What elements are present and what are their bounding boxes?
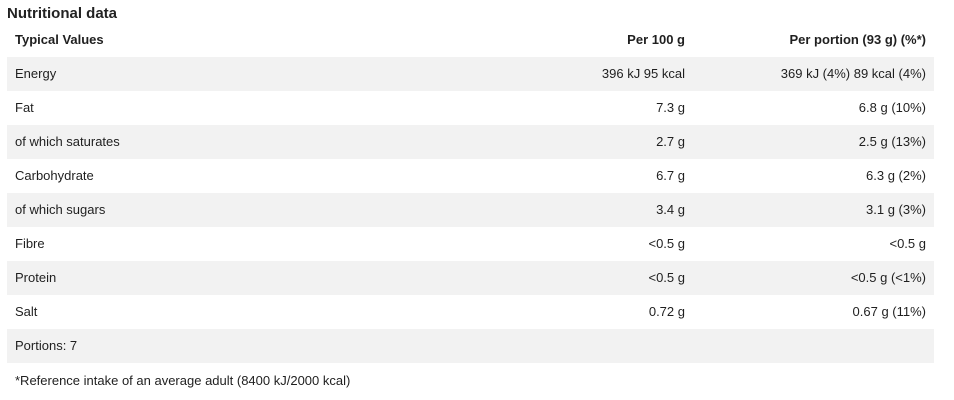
column-header-per-portion: Per portion (93 g) (%*) [789, 32, 926, 47]
table-header-row: Typical Values Per 100 g Per portion (93… [7, 23, 934, 57]
row-label: of which sugars [15, 202, 106, 217]
table-row-portions: Portions: 7 [7, 329, 934, 363]
row-per-portion: 3.1 g (3%) [866, 202, 926, 217]
table-row-fat: Fat 7.3 g 6.8 g (10%) [7, 91, 934, 125]
table-row-protein: Protein <0.5 g <0.5 g (<1%) [7, 261, 934, 295]
row-label: Fibre [15, 236, 45, 251]
column-header-per-100g: Per 100 g [627, 32, 685, 47]
table-row-salt: Salt 0.72 g 0.67 g (11%) [7, 295, 934, 329]
row-per-100g: 396 kJ 95 kcal [601, 66, 685, 81]
row-label: Fat [15, 100, 34, 115]
reference-intake-footnote: *Reference intake of an average adult (8… [15, 373, 351, 388]
row-label: Salt [15, 304, 38, 319]
table-row-sugars: of which sugars 3.4 g 3.1 g (3%) [7, 193, 934, 227]
column-header-typical-values: Typical Values [15, 32, 104, 47]
row-per-portion: 0.67 g (11%) [852, 304, 926, 319]
nutrition-table: Typical Values Per 100 g Per portion (93… [7, 23, 934, 363]
portions-count: Portions: 7 [15, 338, 78, 353]
row-per-portion: 369 kJ (4%) 89 kcal (4%) [780, 66, 926, 81]
row-per-portion: 2.5 g (13%) [858, 134, 926, 149]
row-per-100g: <0.5 g [648, 236, 685, 251]
row-per-100g: 7.3 g [656, 100, 685, 115]
row-per-100g: 3.4 g [656, 202, 685, 217]
row-per-100g: <0.5 g [648, 270, 685, 285]
row-label: Protein [15, 270, 57, 285]
section-heading: Nutritional data [7, 5, 118, 22]
row-per-portion: <0.5 g [889, 236, 926, 251]
table-row-saturates: of which saturates 2.7 g 2.5 g (13%) [7, 125, 934, 159]
row-label: of which saturates [15, 134, 120, 149]
table-row-fibre: Fibre <0.5 g <0.5 g [7, 227, 934, 261]
table-row-carbohydrate: Carbohydrate 6.7 g 6.3 g (2%) [7, 159, 934, 193]
row-label: Energy [15, 66, 57, 81]
row-per-portion: <0.5 g (<1%) [850, 270, 926, 285]
row-label: Carbohydrate [15, 168, 94, 183]
row-per-100g: 0.72 g [648, 304, 685, 319]
row-per-100g: 6.7 g [656, 168, 685, 183]
table-row-energy: Energy 396 kJ 95 kcal 369 kJ (4%) 89 kca… [7, 57, 934, 91]
row-per-100g: 2.7 g [656, 134, 685, 149]
row-per-portion: 6.8 g (10%) [858, 100, 926, 115]
row-per-portion: 6.3 g (2%) [866, 168, 926, 183]
